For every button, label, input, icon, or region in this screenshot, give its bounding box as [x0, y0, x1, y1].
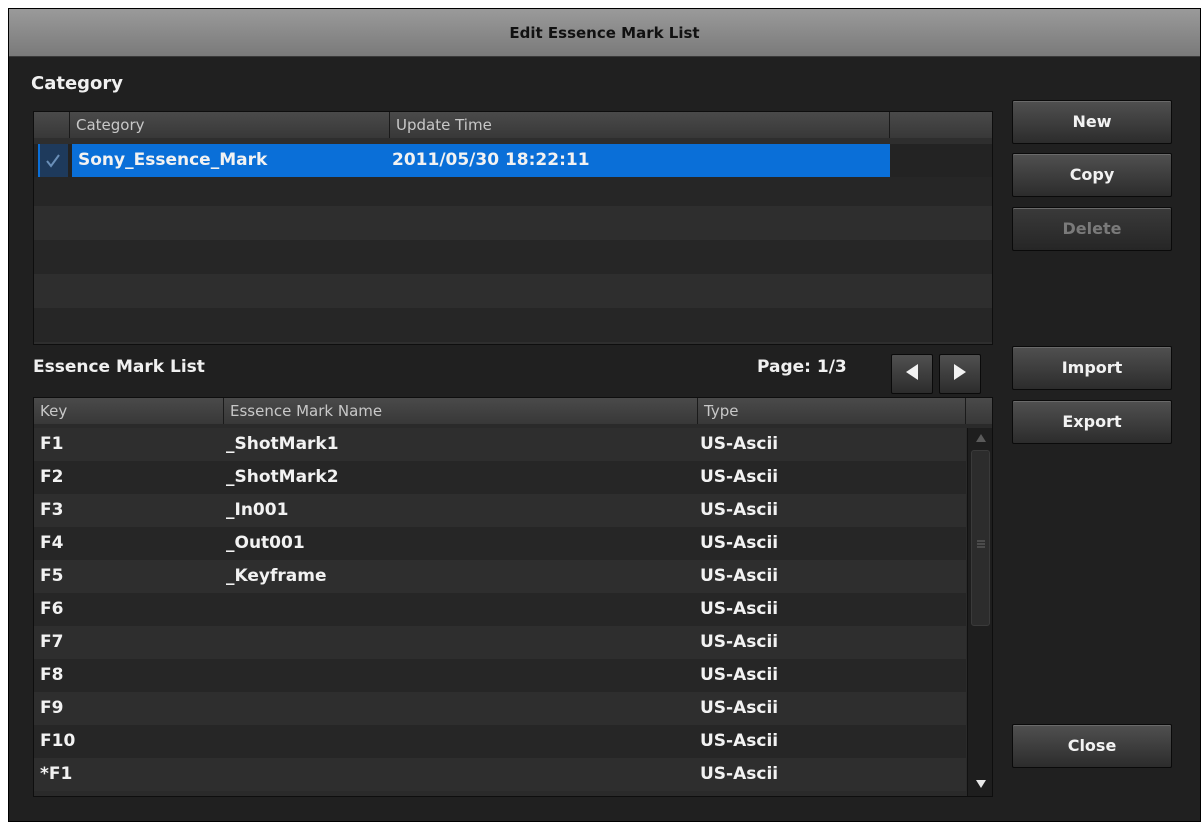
category-header-name[interactable]: Category: [70, 112, 390, 138]
prev-page-icon: [904, 363, 920, 385]
category-update-time-cell: 2011/05/30 18:22:11: [392, 150, 590, 170]
key-cell: *F1: [40, 764, 73, 784]
type-cell: US-Ascii: [700, 500, 779, 520]
category-row[interactable]: Sony_Essence_Mark 2011/05/30 18:22:11: [34, 144, 992, 177]
scroll-grip-icon: [977, 533, 985, 548]
essence-row[interactable]: F7 US-Ascii: [34, 626, 966, 659]
type-cell: US-Ascii: [700, 731, 779, 751]
essence-row[interactable]: F5 _Keyframe US-Ascii: [34, 560, 966, 593]
key-cell: F8: [40, 665, 64, 685]
mark-name-cell: _In001: [226, 500, 289, 520]
scroll-down-icon[interactable]: [968, 774, 992, 794]
type-cell: US-Ascii: [700, 764, 779, 784]
mark-name-cell: _ShotMark2: [226, 467, 339, 487]
delete-button[interactable]: Delete: [1012, 207, 1172, 251]
essence-header-name[interactable]: Essence Mark Name: [224, 398, 698, 424]
mark-name-cell: _Out001: [226, 533, 305, 553]
category-header-spacer: [890, 112, 992, 138]
essence-scrollbar[interactable]: [967, 428, 992, 796]
key-cell: F6: [40, 599, 64, 619]
edit-essence-mark-dialog: Edit Essence Mark List Category Category…: [8, 8, 1201, 822]
page-indicator: Page: 1/3: [757, 357, 847, 377]
type-cell: US-Ascii: [700, 533, 779, 553]
key-cell: F3: [40, 500, 64, 520]
scroll-up-icon[interactable]: [968, 428, 992, 448]
key-cell: F9: [40, 698, 64, 718]
essence-rows: F1 _ShotMark1 US-Ascii F2 _ShotMark2 US-…: [34, 428, 966, 796]
mark-name-cell: _ShotMark1: [226, 434, 339, 454]
essence-header-type[interactable]: Type: [698, 398, 966, 424]
category-header-checkbox: [34, 112, 70, 138]
essence-header-key[interactable]: Key: [34, 398, 224, 424]
essence-mark-table: Key Essence Mark Name Type F1 _ShotMark1…: [33, 397, 993, 797]
type-cell: US-Ascii: [700, 566, 779, 586]
type-cell: US-Ascii: [700, 434, 779, 454]
export-button[interactable]: Export: [1012, 400, 1172, 444]
close-button[interactable]: Close: [1012, 724, 1172, 768]
import-button[interactable]: Import: [1012, 346, 1172, 390]
essence-row[interactable]: F1 _ShotMark1 US-Ascii: [34, 428, 966, 461]
key-cell: F2: [40, 467, 64, 487]
type-cell: US-Ascii: [700, 599, 779, 619]
key-cell: F1: [40, 434, 64, 454]
scroll-thumb[interactable]: [971, 450, 990, 626]
type-cell: US-Ascii: [700, 698, 779, 718]
type-cell: US-Ascii: [700, 467, 779, 487]
next-page-button[interactable]: [939, 354, 981, 394]
essence-section-title: Essence Mark List: [33, 357, 205, 377]
checkmark-icon[interactable]: [38, 144, 68, 177]
next-page-icon: [952, 363, 968, 385]
category-header-update-time[interactable]: Update Time: [390, 112, 890, 138]
category-section-title: Category: [31, 73, 124, 94]
window-title: Edit Essence Mark List: [9, 9, 1200, 57]
category-table: Category Update Time Sony_Essence_Mark 2…: [33, 111, 993, 345]
type-cell: US-Ascii: [700, 665, 779, 685]
essence-row[interactable]: F4 _Out001 US-Ascii: [34, 527, 966, 560]
essence-row[interactable]: *F1 US-Ascii: [34, 758, 966, 791]
essence-row[interactable]: F2 _ShotMark2 US-Ascii: [34, 461, 966, 494]
essence-row[interactable]: F6 US-Ascii: [34, 593, 966, 626]
key-cell: F4: [40, 533, 64, 553]
type-cell: US-Ascii: [700, 632, 779, 652]
prev-page-button[interactable]: [891, 354, 933, 394]
essence-row[interactable]: F10 US-Ascii: [34, 725, 966, 758]
key-cell: F5: [40, 566, 64, 586]
essence-row[interactable]: F8 US-Ascii: [34, 659, 966, 692]
essence-row[interactable]: F9 US-Ascii: [34, 692, 966, 725]
key-cell: F7: [40, 632, 64, 652]
essence-header-spacer: [966, 398, 992, 424]
mark-name-cell: _Keyframe: [226, 566, 327, 586]
key-cell: F10: [40, 731, 76, 751]
copy-button[interactable]: Copy: [1012, 153, 1172, 197]
new-button[interactable]: New: [1012, 100, 1172, 144]
category-name-cell: Sony_Essence_Mark: [78, 150, 268, 170]
essence-row[interactable]: F3 _In001 US-Ascii: [34, 494, 966, 527]
